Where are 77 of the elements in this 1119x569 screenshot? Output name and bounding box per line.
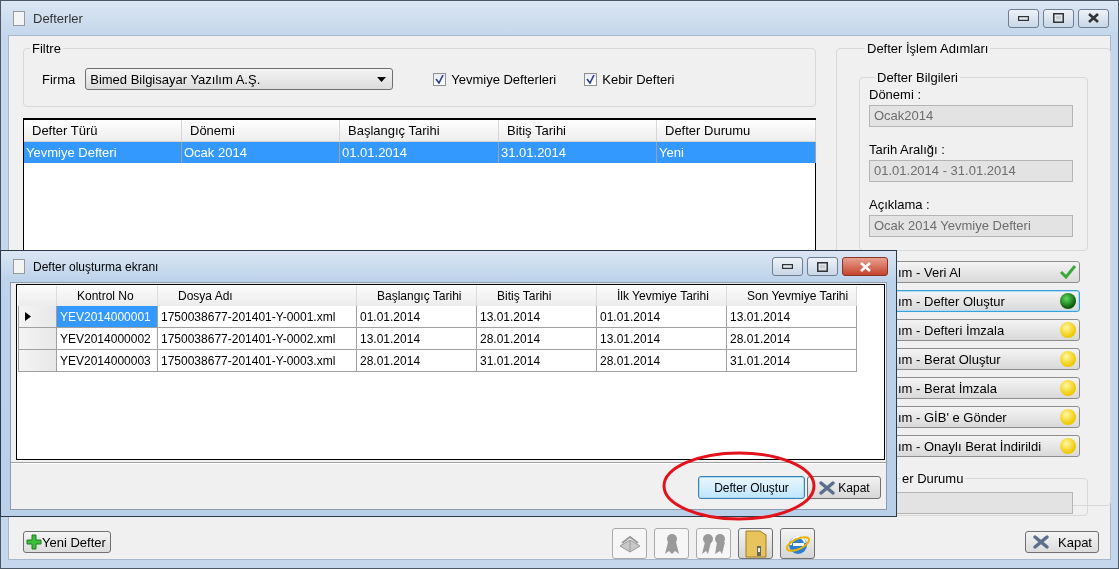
- column-header[interactable]: Bitiş Tarihi: [499, 120, 657, 142]
- table-cell: 01.01.2014: [357, 306, 477, 328]
- field-label: Tarih Aralığı :: [869, 142, 946, 157]
- field-label: Firma: [42, 71, 76, 87]
- close-icon: [1088, 13, 1099, 23]
- table-cell: 01.01.2014: [597, 306, 727, 328]
- maximize-button[interactable]: [1043, 8, 1074, 28]
- column-header[interactable]: Dosya Adı: [158, 286, 357, 306]
- maximize-icon: [1053, 13, 1064, 23]
- column-header[interactable]: Son Yevmiye Tarihi: [727, 286, 857, 306]
- cross-icon: [818, 479, 837, 496]
- table-cell: 28.01.2014: [357, 350, 477, 372]
- column-header[interactable]: Defter Türü: [24, 120, 182, 142]
- table-cell: 13.01.2014: [477, 306, 597, 328]
- new-ledger-button[interactable]: Yeni Defter: [23, 531, 111, 553]
- text-field: Ocak 2014 Yevmiye Defteri: [869, 215, 1073, 237]
- field-label: Dönemi :: [869, 87, 923, 102]
- field-label: Açıklama :: [869, 197, 931, 212]
- group-title: Filtre: [31, 41, 62, 56]
- plus-icon: [26, 534, 42, 550]
- column-header[interactable]: Dönemi: [182, 120, 340, 142]
- company-dropdown[interactable]: Bimed Bilgisayar Yazılım A.Ş.: [85, 68, 394, 90]
- table-cell: 13.01.2014: [727, 306, 857, 328]
- grid-corner: [18, 286, 57, 306]
- minimize-icon: [1018, 15, 1029, 21]
- cross-icon: [1032, 534, 1050, 550]
- dialog-title: Defter oluşturma ekranı: [33, 259, 160, 274]
- group-title: Defter İşlem Adımları: [866, 41, 990, 56]
- close-button[interactable]: Kapat: [1025, 531, 1099, 553]
- column-header[interactable]: Başlangıç Tarihi: [357, 286, 477, 306]
- checkbox-label: Yevmiye Defterleri: [451, 71, 557, 87]
- table-cell: YEV2014000001: [57, 306, 158, 328]
- column-header[interactable]: İlk Yevmiye Tarihi: [597, 286, 727, 306]
- table-cell: 13.01.2014: [357, 328, 477, 350]
- table-cell: 28.01.2014: [727, 328, 857, 350]
- minimize-button[interactable]: [772, 257, 803, 276]
- table-cell: 1750038677-201401-Y-0003.xml: [158, 350, 357, 372]
- table-cell: 31.01.2014: [477, 350, 597, 372]
- close-button[interactable]: Kapat: [807, 476, 881, 499]
- checkbox[interactable]: [584, 72, 598, 86]
- maximize-button[interactable]: [807, 257, 838, 276]
- table-cell: 1750038677-201401-Y-0001.xml: [158, 306, 357, 328]
- column-header[interactable]: Bitiş Tarihi: [477, 286, 597, 306]
- maximize-icon: [817, 261, 828, 272]
- current-row-icon: [25, 312, 31, 321]
- table-cell: 13.01.2014: [597, 328, 727, 350]
- minimize-icon: [782, 264, 793, 269]
- document-icon: [13, 259, 25, 274]
- row-header[interactable]: [18, 306, 57, 328]
- window-title: Defterler: [33, 10, 84, 26]
- check-icon: [435, 74, 445, 84]
- table-cell: 28.01.2014: [597, 350, 727, 372]
- checkbox[interactable]: [433, 72, 447, 86]
- close-button[interactable]: [842, 257, 888, 276]
- close-icon: [859, 261, 871, 272]
- document-icon: [13, 10, 25, 26]
- award-ribbons-icon: [699, 531, 728, 556]
- check-icon: [586, 74, 596, 84]
- column-header[interactable]: Başlangıç Tarihi: [340, 120, 499, 142]
- checkbox-label: Kebir Defteri: [602, 71, 675, 87]
- close-button[interactable]: [1078, 8, 1109, 28]
- table-cell: YEV2014000002: [57, 328, 158, 350]
- minimize-button[interactable]: [1008, 8, 1039, 28]
- toolbar-button[interactable]: [738, 528, 773, 559]
- dropdown-arrow-icon: [377, 76, 387, 82]
- create-button[interactable]: Defter Oluştur: [698, 476, 805, 499]
- column-header[interactable]: Defter Durumu: [657, 120, 816, 142]
- toolbar-button[interactable]: [780, 528, 815, 559]
- text-field: 01.01.2014 - 31.01.2014: [869, 160, 1073, 182]
- group-title: er Durumu: [901, 471, 965, 486]
- text-field: Ocak2014: [869, 105, 1073, 127]
- table-cell: 28.01.2014: [477, 328, 597, 350]
- column-header[interactable]: Kontrol No: [57, 286, 158, 306]
- table-cell: 1750038677-201401-Y-0002.xml: [158, 328, 357, 350]
- group-title: Defter Bilgileri: [876, 70, 959, 85]
- table-cell: YEV2014000003: [57, 350, 158, 372]
- table-cell: 31.01.2014: [727, 350, 857, 372]
